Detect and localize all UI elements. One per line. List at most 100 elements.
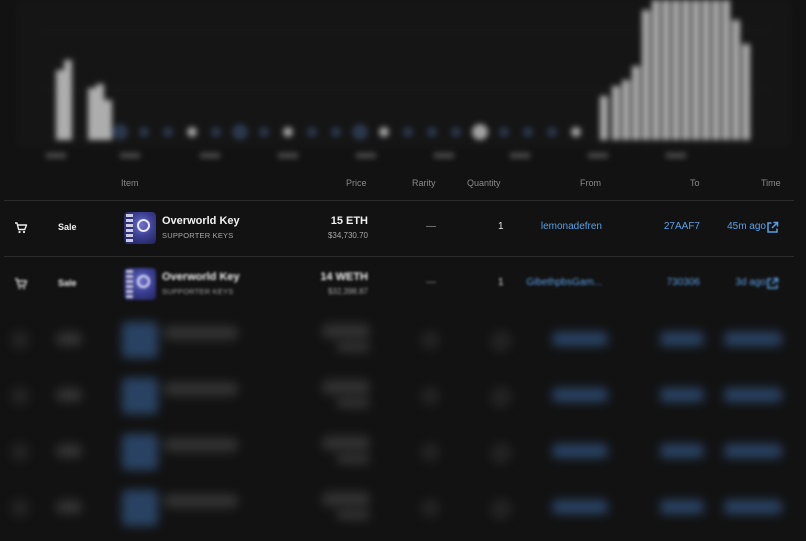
- chart-bar: [622, 80, 630, 140]
- chart-bar: [632, 66, 640, 140]
- to-link[interactable]: 730306: [667, 277, 700, 288]
- placeholder-block: [660, 332, 704, 346]
- cart-icon: [15, 222, 28, 234]
- placeholder-block: [336, 454, 370, 464]
- item-price-usd: $32,398.87: [327, 287, 368, 296]
- chart-dot: [112, 124, 128, 140]
- chart-dot: [307, 127, 317, 137]
- item-rarity: —: [426, 277, 436, 288]
- header-rarity: Rarity: [412, 178, 436, 188]
- chart-dot: [571, 127, 581, 137]
- chart-dot: [427, 127, 437, 137]
- placeholder-block: [336, 342, 370, 352]
- chart-tick: [510, 153, 530, 158]
- to-link[interactable]: 27AAF7: [664, 221, 700, 232]
- chart-tick: [46, 153, 66, 158]
- chart-tick: [588, 153, 608, 158]
- chart-dot: [331, 127, 341, 137]
- placeholder-block: [552, 500, 608, 514]
- placeholder-block: [420, 498, 440, 518]
- table-row-placeholder: [0, 312, 806, 368]
- chart-bar: [672, 0, 680, 140]
- from-link[interactable]: GibethpbsGam...: [526, 277, 602, 288]
- placeholder-block: [724, 388, 782, 402]
- item-price: 14 WETH: [320, 271, 368, 283]
- placeholder-block: [56, 388, 82, 402]
- header-quantity: Quantity: [467, 178, 501, 188]
- placeholder-block: [420, 330, 440, 350]
- chart-bar: [652, 0, 660, 140]
- chart-bar: [56, 70, 64, 140]
- chart-tick: [356, 153, 376, 158]
- chart-bar: [104, 100, 112, 140]
- chart-dot: [379, 127, 389, 137]
- placeholder-block: [322, 380, 370, 394]
- chart-dot: [547, 127, 557, 137]
- chart-tick: [434, 153, 454, 158]
- placeholder-block: [490, 330, 512, 352]
- cart-icon: [15, 278, 28, 290]
- table-header: Item Price Rarity Quantity From To Time: [0, 172, 806, 194]
- item-thumbnail[interactable]: [124, 212, 156, 244]
- placeholder-block: [122, 490, 158, 526]
- external-link-icon[interactable]: [766, 221, 779, 234]
- item-thumbnail[interactable]: [124, 268, 156, 300]
- item-name[interactable]: Overworld Key: [162, 271, 240, 283]
- chart-bar: [742, 44, 750, 140]
- placeholder-block: [164, 382, 238, 396]
- placeholder-block: [420, 442, 440, 462]
- from-link[interactable]: lemonadefren: [541, 221, 602, 232]
- placeholder-block: [660, 388, 704, 402]
- chart-tick: [200, 153, 220, 158]
- chart-bar: [96, 84, 104, 140]
- chart-bar: [722, 0, 730, 140]
- placeholder-block: [10, 442, 30, 462]
- time-link[interactable]: 3d ago: [735, 277, 766, 288]
- chart-dot: [451, 127, 461, 137]
- item-name[interactable]: Overworld Key: [162, 215, 240, 227]
- header-time: Time: [761, 178, 781, 188]
- placeholder-block: [660, 444, 704, 458]
- placeholder-block: [336, 398, 370, 408]
- placeholder-block: [10, 498, 30, 518]
- chart-dot: [352, 124, 368, 140]
- placeholder-block: [164, 326, 238, 340]
- placeholder-block: [724, 500, 782, 514]
- price-history-chart: [0, 0, 806, 168]
- table-row-placeholder: [0, 368, 806, 424]
- placeholder-block: [10, 330, 30, 350]
- chart-dot: [523, 127, 533, 137]
- chart-bar: [682, 0, 690, 140]
- placeholder-block: [322, 436, 370, 450]
- placeholder-block: [164, 494, 238, 508]
- placeholder-block: [56, 332, 82, 346]
- table-row-placeholder: [0, 480, 806, 536]
- item-quantity: 1: [498, 221, 504, 232]
- time-link[interactable]: 45m ago: [727, 221, 766, 232]
- chart-dot: [232, 124, 248, 140]
- item-rarity: —: [426, 221, 436, 232]
- chart-canvas: [16, 0, 792, 158]
- chart-bar: [88, 88, 96, 140]
- placeholder-block: [122, 378, 158, 414]
- chart-dot: [211, 127, 221, 137]
- placeholder-block: [10, 386, 30, 406]
- chart-bar: [692, 0, 700, 140]
- item-collection[interactable]: SUPPORTER KEYS: [162, 231, 233, 240]
- chart-bar: [732, 20, 740, 140]
- placeholder-block: [490, 498, 512, 520]
- chart-dot: [499, 127, 509, 137]
- chart-dot: [472, 124, 488, 140]
- table-row[interactable]: Sale Overworld Key SUPPORTER KEYS 14 WET…: [0, 256, 806, 312]
- item-collection[interactable]: SUPPORTER KEYS: [162, 287, 233, 296]
- chart-dot: [259, 127, 269, 137]
- placeholder-block: [420, 386, 440, 406]
- event-type: Sale: [58, 278, 77, 288]
- chart-dot: [187, 127, 197, 137]
- table-row[interactable]: Sale Overworld Key SUPPORTER KEYS 15 ETH…: [0, 200, 806, 256]
- external-link-icon[interactable]: [766, 277, 779, 290]
- item-quantity: 1: [498, 277, 504, 288]
- placeholder-block: [552, 332, 608, 346]
- header-to: To: [690, 178, 700, 188]
- item-price-usd: $34,730.70: [327, 231, 368, 240]
